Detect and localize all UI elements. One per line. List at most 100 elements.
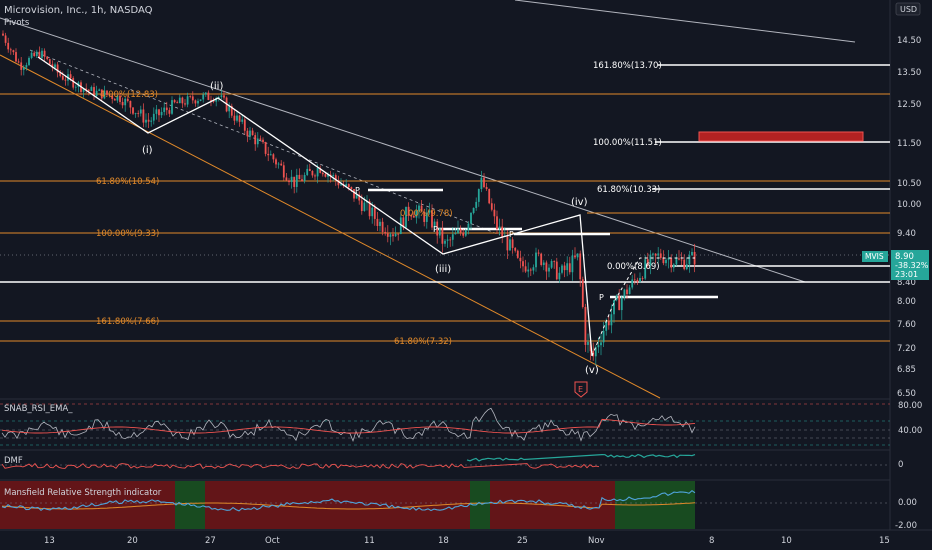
candle-body — [72, 78, 75, 88]
candle-body — [74, 86, 77, 88]
currency-label: USD — [900, 5, 917, 14]
candle-body — [134, 112, 137, 114]
candle-body — [483, 177, 485, 188]
fib-label: 161.80%(13.70) — [593, 61, 662, 71]
candle-body — [43, 50, 46, 57]
candle-body — [386, 233, 389, 237]
wave-label: (i) — [142, 145, 153, 156]
candle-body — [657, 253, 660, 256]
fib-label: 161.80%(7.66) — [96, 317, 159, 327]
candle-body — [285, 177, 288, 181]
candle-body — [236, 115, 238, 121]
candle-body — [532, 267, 535, 271]
candle-body — [542, 262, 545, 265]
candle-body — [262, 139, 264, 143]
candle-body — [139, 109, 142, 114]
candle-body — [540, 253, 543, 265]
candle-body — [631, 279, 634, 288]
candle-body — [259, 138, 262, 140]
candle-body — [152, 113, 155, 121]
candle-body — [451, 234, 454, 240]
candle-body — [280, 163, 283, 166]
candle-body — [516, 250, 519, 258]
candle-body — [654, 253, 657, 256]
candle-body — [392, 234, 394, 237]
candle-body — [233, 115, 236, 121]
time-axis-tick: 8 — [709, 536, 714, 546]
candle-body — [186, 96, 189, 105]
currency-selector[interactable]: USD — [895, 2, 921, 16]
candle-body — [613, 300, 615, 315]
fib-label: 4.00%(12.83) — [100, 90, 158, 100]
mrs-axis-tick: -2.00 — [895, 521, 917, 531]
candle-body — [90, 87, 93, 91]
fib-label: 61.80%(10.54) — [96, 177, 159, 187]
candle-body — [652, 253, 654, 255]
candle-body — [576, 253, 579, 258]
candle-body — [360, 200, 363, 211]
target-zone-box — [698, 131, 864, 142]
candle-body — [61, 75, 64, 80]
candle-body — [511, 239, 514, 248]
candle-body — [620, 297, 623, 311]
candle-body — [256, 138, 259, 145]
candle-body — [579, 253, 582, 280]
candle-body — [33, 52, 36, 56]
pivots-indicator-label[interactable]: Pivots — [4, 18, 30, 28]
dmf-axis-tick: 0 — [898, 460, 903, 470]
price-axis-tick: 9.40 — [897, 229, 916, 239]
candle-body — [519, 257, 522, 262]
candle-body — [12, 50, 15, 53]
candle-body — [602, 330, 605, 343]
candle-body — [535, 252, 537, 268]
candle-body — [449, 239, 452, 241]
candle-body — [498, 226, 501, 230]
countdown: 23:01 — [895, 270, 918, 279]
fib-label: 100.00%(11.51) — [593, 138, 662, 148]
candle-body — [678, 258, 680, 260]
symbol-title[interactable]: Microvision, Inc., 1h, NASDAQ — [4, 5, 153, 16]
candle-body — [176, 102, 179, 104]
candle-body — [527, 269, 530, 272]
candle-body — [389, 234, 392, 237]
candle-body — [308, 168, 311, 171]
candle-body — [204, 92, 207, 95]
candle-body — [488, 188, 491, 204]
pivot-marker: P — [599, 293, 604, 302]
dmf-label[interactable]: DMF — [4, 456, 23, 466]
mrs-label[interactable]: Mansfield Relative Strength indicator — [4, 488, 162, 498]
candle-body — [610, 314, 613, 326]
candle-body — [350, 187, 353, 189]
candle-body — [524, 266, 527, 272]
price-axis-tick: 10.00 — [897, 200, 921, 210]
candle-body — [311, 170, 314, 176]
candle-body — [202, 94, 205, 100]
candle-body — [563, 265, 566, 271]
wave-label: (ii) — [210, 81, 223, 92]
candle-body — [20, 62, 23, 70]
candle-body — [462, 232, 465, 236]
price-chart[interactable]: 161.80%(13.70) 100.00%(11.51) 61.80%(10.… — [0, 0, 932, 550]
fib-label: 0.00%(8.69) — [607, 262, 660, 272]
candle-body — [301, 179, 303, 182]
candle-body — [537, 252, 540, 254]
price-axis-tick: 7.20 — [897, 344, 916, 354]
candle-body — [137, 112, 140, 114]
candle-body — [132, 107, 134, 114]
candle-body — [475, 201, 478, 208]
fib-label: 61.80%(10.33) — [597, 185, 660, 195]
rsi-label[interactable]: SNAB_RSI_EMA_ — [4, 404, 73, 414]
time-axis-tick: Oct — [265, 536, 280, 546]
candle-body — [163, 107, 166, 112]
candle-body — [438, 228, 441, 236]
candle-body — [46, 56, 49, 60]
candle-body — [384, 231, 387, 234]
candle-body — [275, 159, 277, 165]
candle-body — [548, 267, 550, 272]
candle-body — [314, 175, 316, 177]
candle-body — [306, 168, 309, 176]
candle-body — [251, 130, 254, 136]
candle-body — [363, 202, 366, 211]
candle-body — [189, 96, 192, 98]
candle-body — [17, 61, 20, 63]
